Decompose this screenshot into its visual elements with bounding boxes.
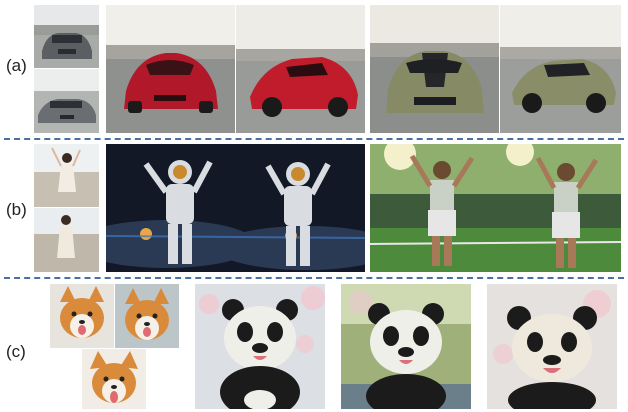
reference-corgi-3 xyxy=(82,349,146,409)
reference-girl-beach-bottom xyxy=(34,208,99,272)
reference-corgi-2 xyxy=(115,284,179,348)
reference-girl-beach-top xyxy=(34,144,99,207)
panda-cherry-blossom xyxy=(195,284,325,409)
panda-blossom-close xyxy=(487,284,617,409)
row-divider-1 xyxy=(4,138,624,140)
row-divider-2 xyxy=(4,277,624,279)
man-soccer-field-image xyxy=(370,144,621,272)
reference-gray-car-bottom xyxy=(34,69,99,133)
red-car-side xyxy=(236,5,365,133)
row-label-c: (c) xyxy=(6,342,26,361)
olive-car-front xyxy=(370,5,499,133)
row-label-b: (b) xyxy=(6,200,27,219)
astronaut-space-image xyxy=(106,144,365,272)
row-label-a: (a) xyxy=(6,56,27,75)
panda-park xyxy=(341,284,471,409)
red-car-front xyxy=(106,5,235,133)
reference-corgi-1 xyxy=(50,284,114,348)
reference-gray-car-top xyxy=(34,5,99,68)
olive-car-side xyxy=(500,5,621,133)
